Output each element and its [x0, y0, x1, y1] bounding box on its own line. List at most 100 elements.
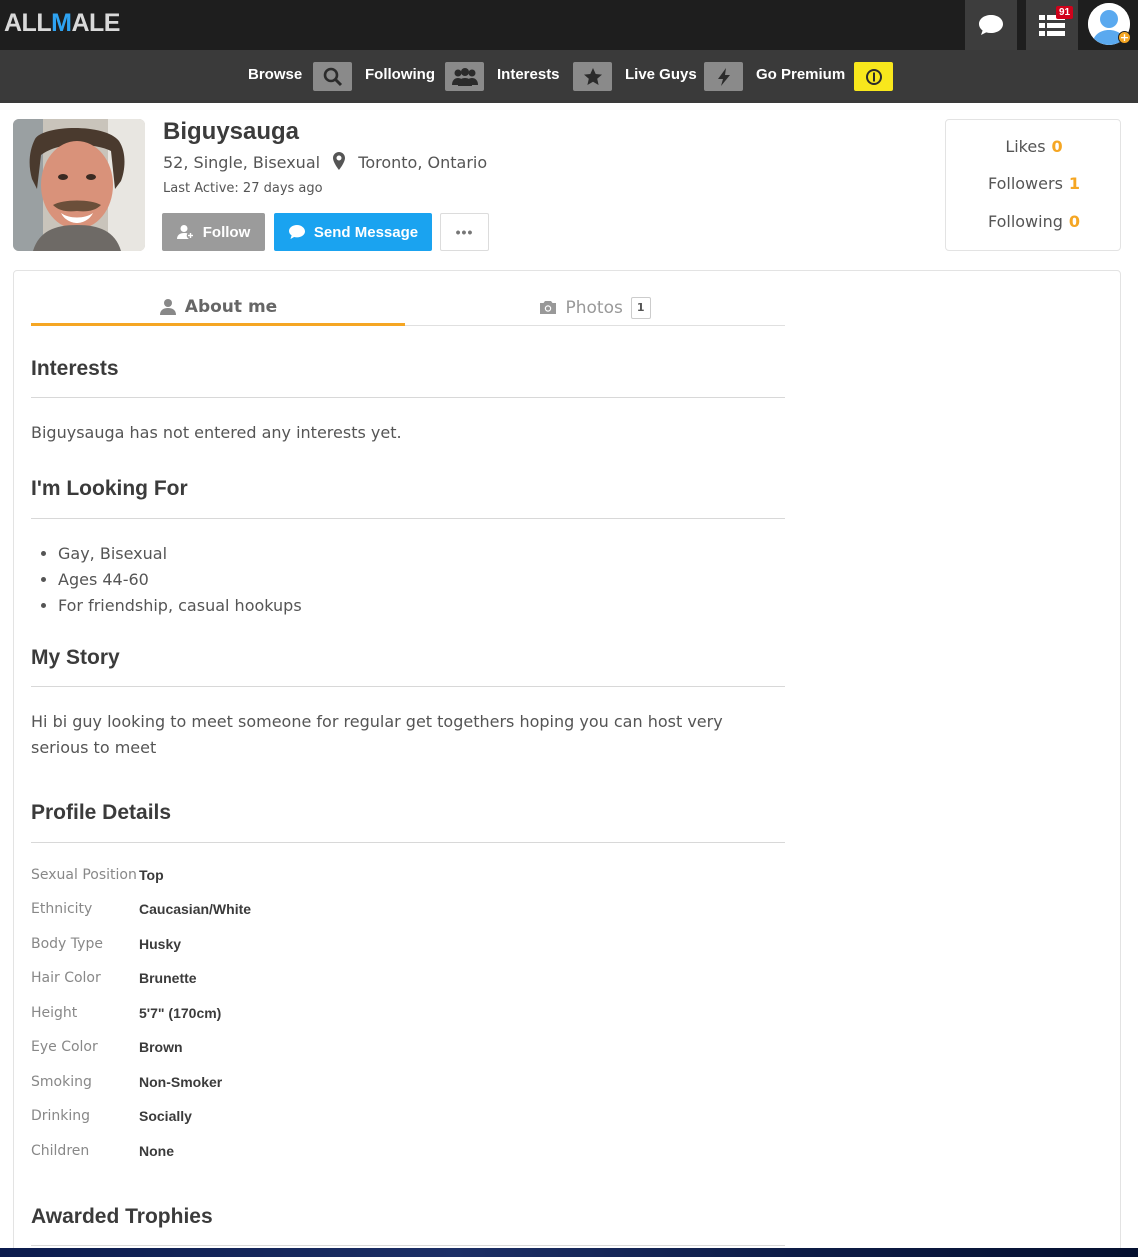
- nav-bar: Browse Following Interests Live Guys Go …: [0, 50, 1138, 103]
- my-story-text: Hi bi guy looking to meet someone for re…: [31, 712, 723, 757]
- map-pin-icon: [333, 152, 346, 174]
- list-item: Ages 44-60: [58, 567, 302, 593]
- profile-last-active: Last Active: 27 days ago: [163, 181, 323, 196]
- stat-following[interactable]: Following 0: [946, 212, 1122, 231]
- detail-label: Sexual Position: [31, 867, 137, 883]
- my-story-heading: My Story: [31, 646, 120, 669]
- detail-value: None: [139, 1143, 174, 1159]
- tab-about-me[interactable]: About me: [31, 290, 405, 326]
- detail-value: Top: [139, 867, 164, 883]
- follow-button[interactable]: Follow: [162, 213, 265, 251]
- list-item: Gay, Bisexual: [58, 541, 302, 567]
- users-group-icon: [451, 67, 478, 86]
- nav-interests-button[interactable]: [573, 62, 612, 91]
- star-icon: [583, 67, 602, 85]
- nav-go-premium-link[interactable]: Go Premium: [756, 66, 845, 83]
- logo-text-ale: ALE: [71, 9, 120, 37]
- detail-row-sexual-position: Sexual Position Top: [31, 867, 631, 887]
- nav-browse-button[interactable]: [313, 62, 352, 91]
- notifications-button[interactable]: 91: [1026, 0, 1078, 50]
- more-options-button[interactable]: •••: [440, 213, 489, 251]
- detail-label: Children: [31, 1143, 90, 1159]
- detail-row-drinking: Drinking Socially: [31, 1108, 631, 1128]
- tab-photos[interactable]: Photos 1: [405, 290, 785, 326]
- list-item: For friendship, casual hookups: [58, 593, 302, 619]
- looking-for-list: Gay, Bisexual Ages 44-60 For friendship,…: [58, 541, 302, 619]
- nav-go-premium-button[interactable]: [854, 62, 893, 91]
- send-message-label: Send Message: [313, 223, 419, 241]
- stat-followers[interactable]: Followers 1: [946, 174, 1122, 193]
- profile-details-heading: Profile Details: [31, 801, 172, 824]
- profile-stats-panel: Likes 0 Followers 1 Following 0: [945, 119, 1121, 251]
- profile-summary-line: 52, Single, Bisexual Toronto, Ontario: [163, 152, 487, 174]
- stat-following-count: 0: [1068, 212, 1081, 231]
- detail-value: 5'7" (170cm): [139, 1005, 222, 1021]
- nav-interests-link[interactable]: Interests: [497, 66, 560, 83]
- stat-likes-count: 0: [1051, 137, 1063, 156]
- tab-photos-label: Photos: [565, 297, 623, 318]
- message-bubble-icon: [288, 225, 305, 239]
- stat-likes-label: Likes: [1005, 137, 1046, 156]
- detail-row-hair-color: Hair Color Brunette: [31, 970, 631, 990]
- nav-live-guys-button[interactable]: [704, 62, 743, 91]
- detail-label: Height: [31, 1005, 78, 1021]
- profile-location: Toronto, Ontario: [358, 153, 488, 172]
- awarded-trophies-divider: [31, 1245, 785, 1246]
- interests-heading: Interests: [31, 357, 119, 380]
- detail-value: Brown: [139, 1039, 183, 1055]
- stat-likes[interactable]: Likes 0: [946, 137, 1122, 156]
- search-icon: [323, 67, 342, 86]
- looking-for-heading: I'm Looking For: [31, 477, 188, 500]
- site-logo[interactable]: ALLMALE: [4, 9, 120, 38]
- nav-following-button[interactable]: [445, 62, 484, 91]
- detail-value: Brunette: [139, 970, 197, 986]
- profile-username: Biguysauga: [163, 118, 300, 145]
- messages-button[interactable]: [965, 0, 1017, 50]
- detail-label: Hair Color: [31, 970, 101, 986]
- top-bar: ALLMALE 91 +: [0, 0, 1138, 50]
- trophy-banner-image: [0, 1248, 1138, 1257]
- photos-count-badge: 1: [630, 296, 651, 319]
- my-story-divider: [31, 686, 785, 687]
- detail-row-children: Children None: [31, 1143, 631, 1163]
- detail-value: Caucasian/White: [139, 901, 252, 917]
- looking-for-divider: [31, 518, 785, 519]
- notification-count-badge: 91: [1056, 6, 1074, 19]
- detail-value: Socially: [139, 1108, 192, 1124]
- interests-divider: [31, 397, 785, 398]
- detail-row-smoking: Smoking Non-Smoker: [31, 1074, 631, 1094]
- coin-icon: [865, 68, 882, 85]
- detail-label: Eye Color: [31, 1039, 98, 1055]
- chat-bubble-icon: [979, 15, 1003, 35]
- awarded-trophies-heading: Awarded Trophies: [31, 1205, 213, 1228]
- follow-button-label: Follow: [202, 223, 251, 241]
- logo-text-all: ALL: [4, 9, 52, 37]
- profile-summary: 52, Single, Bisexual: [163, 153, 321, 172]
- detail-row-eye-color: Eye Color Brown: [31, 1039, 631, 1059]
- add-photo-plus-icon[interactable]: +: [1118, 31, 1131, 44]
- detail-label: Drinking: [31, 1108, 91, 1124]
- detail-row-height: Height 5'7" (170cm): [31, 1005, 631, 1025]
- lightning-icon: [717, 67, 730, 86]
- interests-text: Biguysauga has not entered any interests…: [31, 423, 402, 442]
- detail-label: Ethnicity: [31, 901, 93, 917]
- stat-followers-label: Followers: [987, 174, 1063, 193]
- profile-photo[interactable]: [13, 119, 145, 251]
- detail-value: Non-Smoker: [139, 1074, 223, 1090]
- detail-label: Body Type: [31, 936, 103, 952]
- logo-text-m: M: [51, 9, 72, 37]
- nav-following-link[interactable]: Following: [365, 66, 435, 83]
- detail-row-ethnicity: Ethnicity Caucasian/White: [31, 901, 631, 921]
- user-plus-icon: [176, 225, 195, 240]
- profile-details-divider: [31, 842, 785, 843]
- detail-label: Smoking: [31, 1074, 92, 1090]
- nav-live-guys-link[interactable]: Live Guys: [625, 66, 697, 83]
- camera-icon: [540, 301, 557, 314]
- tab-about-me-label: About me: [184, 296, 278, 317]
- user-icon: [159, 298, 176, 315]
- detail-row-body-type: Body Type Husky: [31, 936, 631, 956]
- nav-browse-link[interactable]: Browse: [248, 66, 302, 83]
- detail-value: Husky: [139, 936, 182, 952]
- send-message-button[interactable]: Send Message: [274, 213, 432, 251]
- stat-followers-count: 1: [1068, 174, 1081, 193]
